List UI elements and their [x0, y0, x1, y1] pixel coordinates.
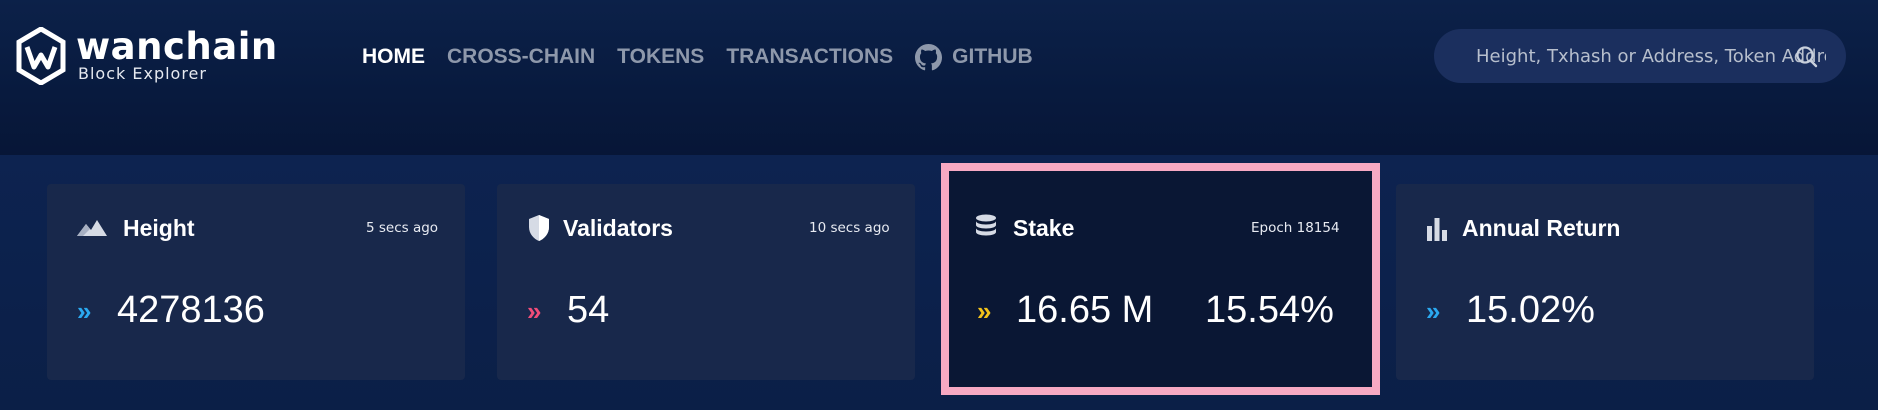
brand-subtitle: Block Explorer — [78, 64, 207, 83]
brand-name: wanchain — [76, 25, 278, 68]
height-value: 4278136 — [117, 289, 265, 331]
stake-epoch: Epoch 18154 — [1251, 220, 1340, 236]
annual-return-chevron-icon: » — [1426, 296, 1441, 326]
nav-github-label: GITHUB — [952, 45, 1033, 68]
nav-cross-chain[interactable]: CROSS-CHAIN — [447, 45, 595, 69]
database-icon — [976, 214, 996, 236]
main-nav: HOME CROSS-CHAIN TOKENS TRANSACTIONS GIT… — [362, 42, 1055, 72]
mountain-icon — [77, 220, 107, 236]
shield-icon — [529, 215, 549, 241]
bar-chart-icon — [1427, 218, 1447, 241]
github-icon — [915, 43, 943, 70]
nav-home-label: HOME — [362, 45, 425, 68]
validators-card[interactable]: Validators 10 secs ago » 54 — [497, 184, 915, 380]
brand-logo[interactable]: wanchain Block Explorer — [16, 27, 277, 87]
validators-title: Validators — [563, 215, 673, 241]
annual-return-card[interactable]: Annual Return » 15.02% — [1396, 184, 1814, 380]
nav-tokens-label: TOKENS — [617, 45, 705, 68]
explorer-page: wanchain Block Explorer HOME CROSS-CHAIN… — [0, 0, 1878, 410]
nav-transactions[interactable]: TRANSACTIONS — [726, 45, 893, 69]
stake-percent: 15.54% — [1205, 289, 1334, 331]
search-icon[interactable] — [1794, 44, 1820, 70]
search-input[interactable] — [1476, 29, 1826, 83]
height-card[interactable]: Height 5 secs ago » 4278136 — [47, 184, 465, 380]
annual-return-value: 15.02% — [1466, 289, 1595, 331]
nav-transactions-label: TRANSACTIONS — [726, 45, 894, 68]
validators-chevron-icon: » — [527, 296, 542, 326]
stake-value: 16.65 M — [1016, 289, 1154, 331]
height-updated-time: 5 secs ago — [366, 220, 439, 236]
nav-github[interactable]: GITHUB — [915, 43, 1033, 71]
stake-card[interactable]: Stake Epoch 18154 » 16.65 M 15.54% — [949, 171, 1372, 387]
nav-home[interactable]: HOME — [362, 45, 425, 69]
nav-cross-chain-label: CROSS-CHAIN — [447, 45, 596, 68]
stake-title: Stake — [1013, 215, 1075, 241]
annual-return-title: Annual Return — [1462, 215, 1621, 241]
validators-value: 54 — [567, 289, 610, 331]
stake-chevron-icon: » — [977, 296, 992, 326]
height-chevron-icon: » — [77, 296, 92, 326]
search-bar[interactable] — [1434, 29, 1846, 83]
height-title: Height — [123, 215, 195, 241]
wanchain-logo-icon — [16, 27, 66, 85]
validators-updated-time: 10 secs ago — [809, 220, 890, 236]
nav-tokens[interactable]: TOKENS — [617, 45, 704, 69]
